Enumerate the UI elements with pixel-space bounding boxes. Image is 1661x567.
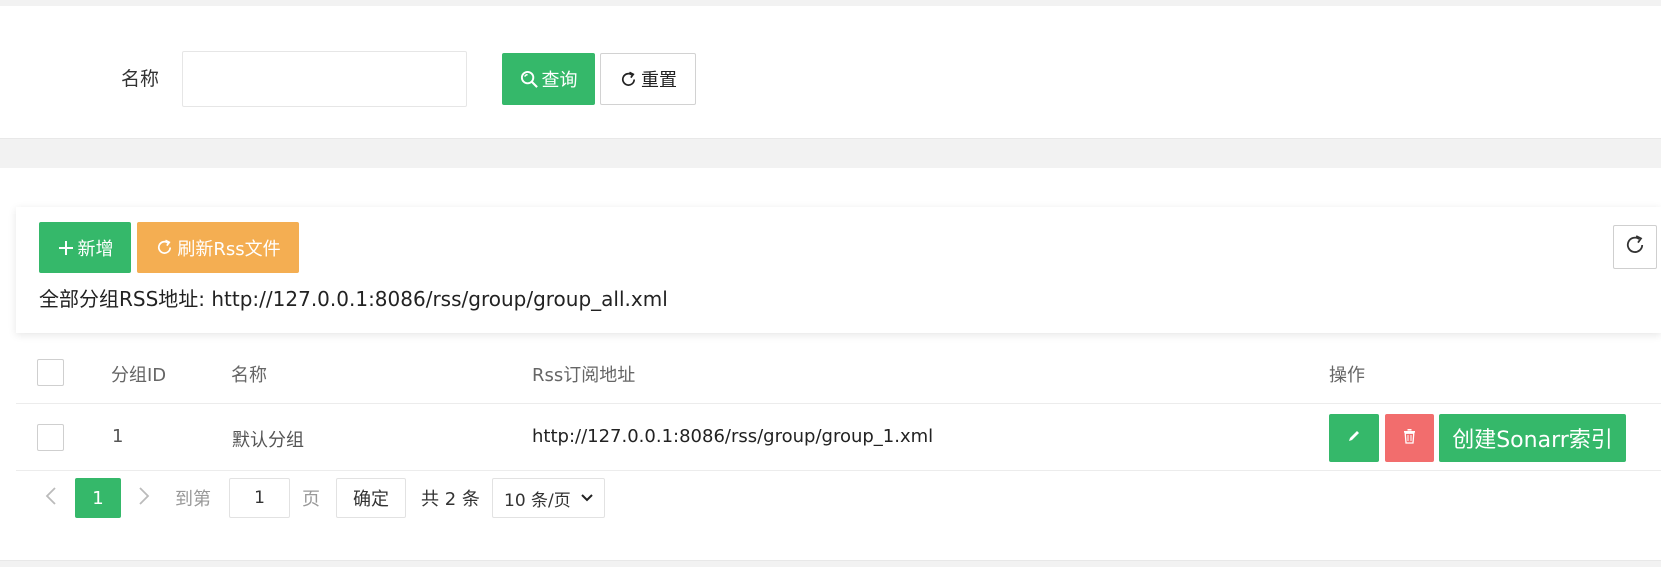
add-button-label: 新增 (77, 238, 114, 260)
page-size-value: 10 条/页 (504, 490, 571, 511)
trash-icon (1402, 428, 1417, 448)
goto-page-input[interactable] (229, 478, 290, 518)
chevron-left-icon (45, 486, 57, 511)
name-search-input[interactable] (182, 51, 467, 107)
search-panel: 名称 查询 重置 (0, 6, 1661, 139)
current-page-button[interactable]: 1 (75, 478, 121, 518)
rss-url-cell: http://127.0.0.1:8086/rss/group/group_1.… (532, 426, 934, 447)
refresh-icon (619, 70, 638, 89)
next-page-button[interactable] (129, 478, 159, 518)
table-header-row: 分组ID 名称 Rss订阅地址 操作 (16, 341, 1661, 404)
all-groups-rss-address: 全部分组RSS地址: http://127.0.0.1:8086/rss/gro… (39, 287, 668, 311)
table-toolbar: 新增 刷新Rss文件 全部分组RSS地址: http://127.0.0.1:8… (16, 207, 1661, 333)
group-name-cell: 默认分组 (232, 430, 304, 451)
chevron-right-icon (138, 486, 150, 511)
search-icon (520, 70, 539, 89)
refresh-rss-button-label: 刷新Rss文件 (177, 238, 281, 260)
goto-confirm-button[interactable]: 确定 (336, 478, 406, 518)
reset-button-label: 重置 (641, 70, 677, 91)
delete-button[interactable] (1385, 414, 1434, 462)
page-unit-label: 页 (302, 489, 320, 510)
reset-button[interactable]: 重置 (600, 53, 696, 105)
refresh-rss-button[interactable]: 刷新Rss文件 (137, 222, 299, 273)
page-size-select[interactable]: 10 条/页 (492, 478, 605, 518)
main-panel: 新增 刷新Rss文件 全部分组RSS地址: http://127.0.0.1:8… (0, 168, 1661, 561)
table-row: 1 默认分组 http://127.0.0.1:8086/rss/group/g… (16, 404, 1661, 471)
group-id-cell: 1 (112, 426, 124, 447)
name-label: 名称 (121, 68, 160, 90)
pencil-icon (1346, 428, 1362, 448)
plus-icon (57, 239, 75, 257)
refresh-icon (155, 238, 174, 257)
column-header-actions: 操作 (1329, 365, 1365, 386)
row-checkbox[interactable] (37, 424, 64, 451)
column-header-name: 名称 (231, 365, 267, 386)
goto-label: 到第 (175, 489, 211, 510)
prev-page-button[interactable] (36, 478, 66, 518)
create-sonarr-index-button[interactable]: 创建Sonarr索引 (1439, 414, 1626, 462)
select-all-checkbox[interactable] (37, 359, 64, 386)
total-count: 共 2 条 (421, 489, 480, 510)
edit-button[interactable] (1329, 414, 1379, 462)
query-button-label: 查询 (541, 70, 578, 91)
pagination: 1 到第 页 确定 共 2 条 10 条/页 (16, 478, 1661, 520)
refresh-icon (1623, 233, 1647, 262)
column-header-rss-url: Rss订阅地址 (532, 365, 636, 386)
table-refresh-button[interactable] (1613, 225, 1657, 269)
column-header-group-id: 分组ID (111, 365, 167, 386)
chevron-down-icon (580, 489, 594, 512)
add-button[interactable]: 新增 (39, 222, 131, 273)
query-button[interactable]: 查询 (502, 53, 595, 105)
